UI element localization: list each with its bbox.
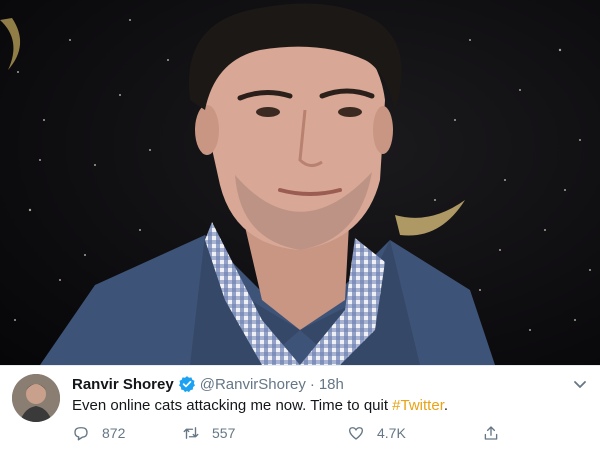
reply-icon	[74, 427, 88, 441]
tweet-text-main: Even online cats attacking me now. Time …	[72, 397, 393, 414]
chevron-down-icon[interactable]	[572, 376, 588, 392]
share-button[interactable]	[482, 424, 512, 442]
tweet-photo[interactable]	[0, 0, 600, 365]
retweet-button[interactable]: 557	[182, 424, 235, 442]
portrait-illustration	[0, 3, 591, 365]
tweet-actions: 872 557 4.7K	[72, 424, 512, 444]
avatar-image	[12, 374, 60, 422]
tweet-text-end: .	[443, 397, 449, 414]
retweet-icon	[183, 427, 199, 439]
separator-dot: ·	[309, 375, 315, 393]
tweet-text: Even online cats attacking me now. Time …	[72, 397, 448, 414]
avatar[interactable]	[12, 374, 60, 422]
tweet-card[interactable]: Ranvir Shorey @RanvirShorey · 18h Even o…	[0, 365, 600, 451]
like-count: 4.7K	[377, 425, 406, 441]
share-icon	[484, 426, 498, 440]
retweet-count: 557	[212, 425, 236, 441]
verified-badge-icon	[178, 376, 195, 393]
gold-crescent-left	[0, 18, 21, 70]
tweet-header: Ranvir Shorey @RanvirShorey · 18h	[72, 374, 344, 394]
display-name[interactable]: Ranvir Shorey	[72, 376, 174, 393]
tweet-timestamp[interactable]: 18h	[319, 376, 344, 393]
reply-button[interactable]: 872	[72, 424, 125, 442]
heart-icon	[348, 427, 364, 440]
like-button[interactable]: 4.7K	[347, 424, 406, 442]
reply-count: 872	[102, 425, 126, 441]
hashtag-link[interactable]: #Twitter	[392, 397, 444, 414]
gold-crescent-right	[395, 200, 465, 236]
user-handle[interactable]: @RanvirShorey	[200, 376, 306, 393]
